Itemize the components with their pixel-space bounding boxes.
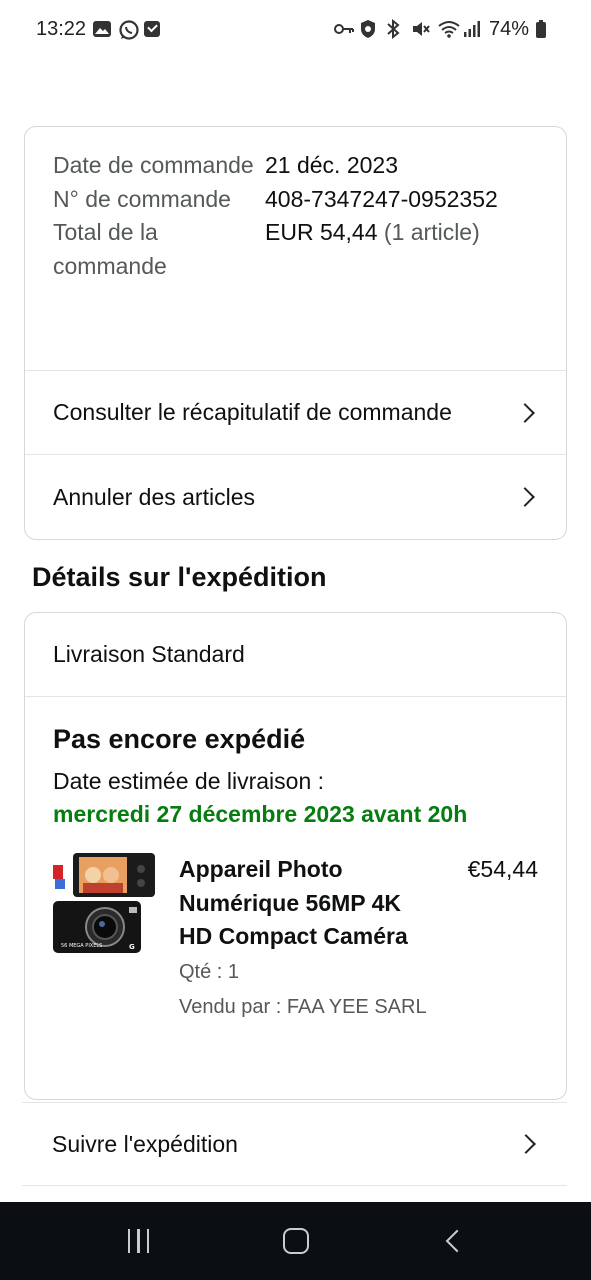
estimated-delivery-label: Date estimée de livraison : [53, 768, 325, 794]
order-summary-card: Date de commande 21 déc. 2023 N° de comm… [24, 126, 567, 540]
key-icon [333, 19, 354, 39]
item-seller: Vendu par : FAA YEE SARL [179, 995, 427, 1018]
back-icon [445, 1229, 468, 1253]
order-summary-link-label: Consulter le récapitulatif de commande [53, 399, 452, 425]
battery-icon [535, 19, 555, 39]
svg-text:G: G [129, 943, 135, 951]
shield-icon [359, 19, 379, 39]
battery-percent: 74% [488, 17, 529, 40]
cancel-items-link-label: Annuler des articles [53, 483, 255, 510]
order-total-value-wrap: EUR 54,44 (1 article) [265, 216, 480, 283]
order-item[interactable]: 56 MEGA PIXELS G Appareil Photo Numériqu… [53, 853, 538, 1024]
navigation-bar [0, 1202, 591, 1280]
order-total-label: Total de la commande [53, 219, 167, 279]
status-time: 13:22 [36, 17, 87, 40]
chevron-right-icon [516, 1134, 536, 1154]
track-shipment-label: Suivre l'expédition [52, 1130, 238, 1157]
item-price: €54,44 [467, 856, 538, 882]
shipping-method: Livraison Standard [25, 613, 566, 697]
gallery-icon [92, 19, 112, 39]
estimated-delivery-date: mercredi 27 décembre 2023 avant 20h [53, 801, 468, 827]
chevron-right-icon [515, 487, 535, 507]
shipment-status: Pas encore expédié [53, 724, 306, 754]
chevron-right-icon [515, 402, 535, 423]
home-icon [282, 1228, 309, 1254]
order-total-row: Total de la commande EUR 54,44 (1 articl… [53, 216, 538, 283]
back-button[interactable] [423, 1211, 483, 1271]
home-button[interactable] [266, 1211, 326, 1271]
order-date-row: Date de commande 21 déc. 2023 [53, 149, 538, 183]
cancel-items-link[interactable]: Annuler des articles [25, 455, 566, 539]
product-image-label: 56 MEGA PIXELS [61, 943, 102, 949]
item-title[interactable]: Appareil Photo Numérique 56MP 4K HD Comp… [179, 853, 409, 954]
status-bar: 13:22 74% [0, 0, 591, 58]
order-summary-link[interactable]: Consulter le récapitulatif de commande [25, 371, 566, 455]
order-total-value: EUR 54,44 [265, 219, 378, 245]
recents-button[interactable] [109, 1211, 169, 1271]
order-date-label: Date de commande [53, 152, 254, 178]
bluetooth-icon [385, 18, 405, 40]
recents-icon [127, 1229, 150, 1253]
product-image[interactable]: 56 MEGA PIXELS G [53, 853, 157, 957]
wifi-icon [437, 19, 460, 39]
order-number-row: N° de commande 408-7347247-0952352 [53, 183, 538, 217]
status-left: 13:22 [36, 17, 161, 41]
whatsapp-icon [118, 19, 139, 40]
signal-icon [463, 19, 483, 39]
order-number-label: N° de commande [53, 185, 231, 212]
item-quantity: Qté : 1 [179, 960, 240, 983]
order-date-value: 21 déc. 2023 [265, 152, 399, 178]
order-number-value: 408-7347247-0952352 [265, 185, 498, 212]
shipping-card: Livraison Standard Pas encore expédié Da… [24, 612, 567, 1100]
order-item-count: (1 article) [383, 219, 480, 245]
item-info: Appareil Photo Numérique 56MP 4K HD Comp… [179, 853, 468, 1024]
shipment-body: Pas encore expédié Date estimée de livra… [25, 697, 566, 1024]
track-shipment-link[interactable]: Suivre l'expédition [22, 1102, 567, 1186]
status-right: 74% [333, 18, 555, 41]
mute-icon [411, 19, 431, 39]
shipping-section-title: Détails sur l'expédition [32, 562, 327, 592]
order-info: Date de commande 21 déc. 2023 N° de comm… [25, 127, 566, 371]
checkbox-icon [144, 21, 161, 37]
